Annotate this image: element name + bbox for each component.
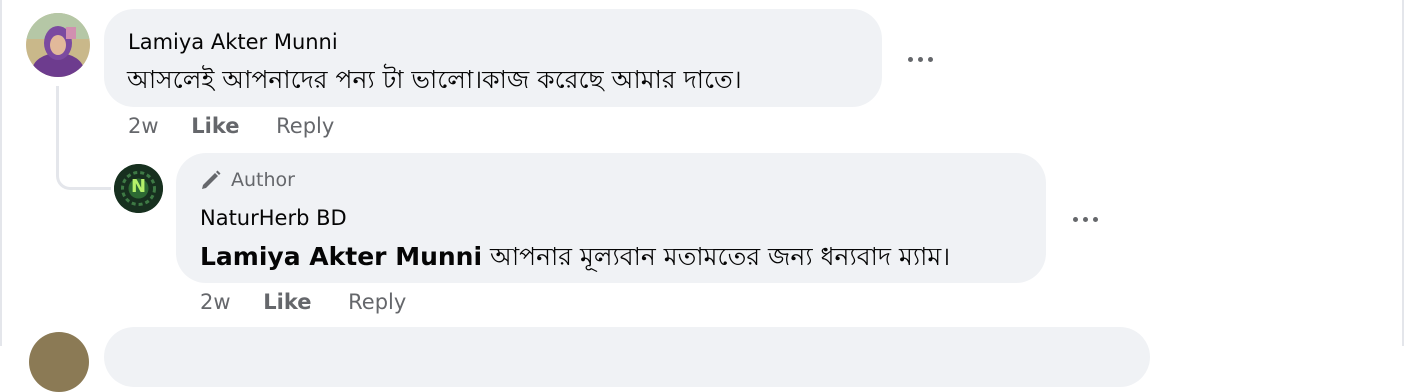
reply-more-options-button[interactable] (1070, 209, 1102, 229)
thread-connector (56, 86, 111, 190)
pencil-icon (202, 170, 221, 189)
reply-like-button[interactable]: Like (263, 290, 311, 314)
next-comment-bubble (104, 327, 1150, 387)
comment-actions: 2w Like Reply (128, 114, 334, 138)
reply-button[interactable]: Reply (276, 114, 334, 138)
reply-timestamp[interactable]: 2w (200, 290, 231, 314)
mention-link[interactable]: Lamiya Akter Munni (200, 242, 482, 271)
left-border (0, 0, 2, 346)
more-dot-icon (908, 57, 913, 62)
reply-author-name[interactable]: NaturHerb BD (200, 206, 347, 230)
more-dot-icon (1073, 217, 1078, 222)
comment-author-name[interactable]: Lamiya Akter Munni (128, 30, 338, 54)
more-dot-icon (928, 57, 933, 62)
more-dot-icon (1083, 217, 1088, 222)
more-dot-icon (1093, 217, 1098, 222)
reply-reply-button[interactable]: Reply (348, 290, 406, 314)
logo-letter: N (130, 176, 147, 197)
avatar[interactable] (26, 13, 90, 77)
more-dot-icon (918, 57, 923, 62)
comment-timestamp[interactable]: 2w (128, 114, 159, 138)
author-badge-label: Author (231, 169, 295, 191)
reply-text-body: আপনার মূল্যবান মতামতের জন্য ধন্যবাদ ম্যা… (482, 242, 951, 271)
author-badge: Author (199, 168, 295, 192)
comment-text: আসলেই আপনাদের পন্য টা ভালো।কাজ করেছে আমা… (127, 65, 742, 94)
reply-avatar[interactable]: N (114, 164, 163, 213)
comment-more-options-button[interactable] (905, 49, 937, 69)
next-comment-avatar[interactable] (29, 332, 89, 392)
reply-text: Lamiya Akter Munni আপনার মূল্যবান মতামতে… (200, 237, 950, 280)
profile-photo-icon (26, 13, 90, 77)
reply-actions: 2w Like Reply (200, 290, 406, 314)
like-button[interactable]: Like (191, 114, 239, 138)
